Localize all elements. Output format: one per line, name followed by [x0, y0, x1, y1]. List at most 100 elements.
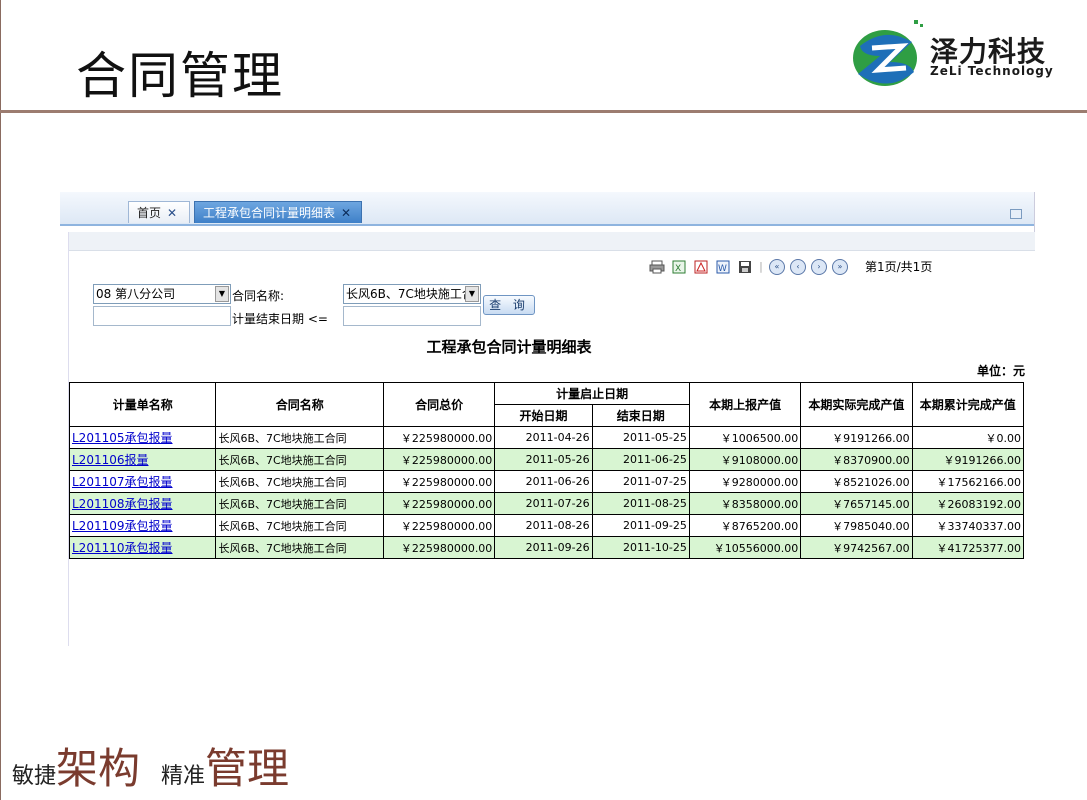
first-page-icon[interactable]: «	[769, 258, 785, 275]
measurement-link[interactable]: L201108承包报量	[72, 497, 173, 511]
prev-page-icon[interactable]: ‹	[790, 258, 806, 275]
contract-cell: 长风6B、7C地块施工合同	[215, 536, 384, 559]
slogan: 敏捷架构 精准管理	[12, 735, 289, 796]
svg-text:W: W	[718, 264, 727, 274]
measurement-name-cell: L201109承包报量	[68, 514, 217, 537]
total-cell: ￥225980000.00	[382, 448, 496, 471]
close-icon[interactable]: ✕	[341, 206, 351, 220]
toolbar-separator: |	[759, 259, 763, 273]
actual-cell: ￥8521026.00	[800, 470, 913, 493]
col-header-end: 结束日期	[591, 404, 690, 427]
brand-divider	[0, 110, 1087, 113]
measurement-name-cell: L201105承包报量	[68, 426, 217, 449]
chevron-down-icon[interactable]: ▼	[465, 286, 479, 302]
close-icon[interactable]: ✕	[167, 206, 177, 220]
slogan-big-2: 管理	[205, 744, 290, 793]
report-panel: X W | « ‹ › » 第1页/共1页 08 第八分公司 ▼ 合同名称: 计量结束日…	[68, 232, 1035, 646]
svg-text:X: X	[675, 264, 681, 274]
end-date-label: 计量结束日期 <=	[232, 312, 328, 326]
tab-home[interactable]: 首页 ✕	[128, 201, 190, 223]
page-info: 第1页/共1页	[865, 260, 933, 274]
query-button[interactable]: 查 询	[483, 295, 535, 315]
tab-contract-report-label: 工程承包合同计量明细表	[203, 206, 336, 220]
table-row: L201107承包报量 长风6B、7C地块施工合同 ￥225980000.00 …	[68, 470, 1025, 493]
col-header-period: 计量启止日期	[494, 382, 690, 405]
last-page-icon[interactable]: »	[832, 258, 848, 275]
reported-cell: ￥9280000.00	[688, 470, 802, 493]
cumulative-cell: ￥41725377.00	[911, 536, 1025, 559]
reported-cell: ￥8765200.00	[688, 514, 802, 537]
contract-cell: 长风6B、7C地块施工合同	[215, 492, 384, 515]
slogan-big-1: 架构	[56, 744, 141, 793]
cumulative-cell: ￥26083192.00	[911, 492, 1025, 515]
company-select-value: 08 第八分公司	[96, 287, 176, 301]
measurement-link[interactable]: L201107承包报量	[72, 475, 173, 489]
table-row: L201105承包报量 长风6B、7C地块施工合同 ￥225980000.00 …	[68, 426, 1025, 449]
end-date-cell: 2011-09-25	[591, 514, 690, 537]
contract-cell: 长风6B、7C地块施工合同	[215, 470, 384, 493]
company-select[interactable]: 08 第八分公司 ▼	[93, 284, 231, 304]
next-page-icon[interactable]: ›	[811, 258, 827, 275]
slide-title: 合同管理	[76, 47, 284, 105]
col-header-contract: 合同名称	[215, 382, 384, 427]
slide-left-border	[0, 0, 1, 800]
total-cell: ￥225980000.00	[382, 492, 496, 515]
contract-select-value: 长风6B、7C地块施工合	[346, 287, 474, 301]
total-cell: ￥225980000.00	[382, 514, 496, 537]
panel-header	[69, 232, 1035, 251]
chevron-down-icon[interactable]: ▼	[215, 286, 229, 302]
reported-cell: ￥9108000.00	[688, 448, 802, 471]
unit-label: 单位：元	[976, 364, 1025, 378]
tab-bar: 首页 ✕ 工程承包合同计量明细表 ✕	[60, 192, 1034, 226]
col-header-cumulative: 本期累计完成产值	[911, 382, 1025, 427]
start-date-cell: 2011-05-26	[494, 448, 593, 471]
table-row: L201106报量 长风6B、7C地块施工合同 ￥225980000.00 20…	[68, 448, 1025, 471]
measurement-link[interactable]: L201110承包报量	[72, 541, 173, 555]
table-row: L201110承包报量 长风6B、7C地块施工合同 ￥225980000.00 …	[68, 536, 1025, 559]
total-cell: ￥225980000.00	[382, 426, 496, 449]
measurement-link[interactable]: L201105承包报量	[72, 431, 173, 445]
slogan-small-1: 敏捷	[12, 764, 57, 789]
end-date-cell: 2011-07-25	[591, 470, 690, 493]
measurement-link[interactable]: L201109承包报量	[72, 519, 173, 533]
col-header-total: 合同总价	[382, 382, 496, 427]
restore-icon[interactable]	[1010, 209, 1022, 219]
col-header-reported: 本期上报产值	[688, 382, 802, 427]
company-extra-input[interactable]	[93, 306, 231, 326]
save-icon[interactable]	[737, 260, 753, 274]
measurement-name-cell: L201106报量	[68, 448, 217, 471]
actual-cell: ￥7657145.00	[800, 492, 913, 515]
pdf-export-icon[interactable]	[693, 260, 709, 274]
total-cell: ￥225980000.00	[382, 470, 496, 493]
start-date-cell: 2011-09-26	[494, 536, 593, 559]
end-date-cell: 2011-10-25	[591, 536, 690, 559]
end-date-cell: 2011-06-25	[591, 448, 690, 471]
reported-cell: ￥8358000.00	[688, 492, 802, 515]
word-export-icon[interactable]: W	[715, 260, 731, 274]
start-date-cell: 2011-08-26	[494, 514, 593, 537]
start-date-cell: 2011-07-26	[494, 492, 593, 515]
contract-name-label: 合同名称:	[232, 289, 285, 303]
reported-cell: ￥10556000.00	[688, 536, 802, 559]
reported-cell: ￥1006500.00	[688, 426, 802, 449]
report-title: 工程承包合同计量明细表	[426, 338, 592, 356]
print-icon[interactable]	[649, 260, 665, 274]
excel-export-icon[interactable]: X	[671, 260, 687, 274]
actual-cell: ￥7985040.00	[800, 514, 913, 537]
report-toolbar: X W | « ‹ › »	[649, 256, 853, 275]
contract-select[interactable]: 长风6B、7C地块施工合 ▼	[343, 284, 481, 304]
cumulative-cell: ￥0.00	[911, 426, 1025, 449]
start-date-cell: 2011-04-26	[494, 426, 593, 449]
app-window: 首页 ✕ 工程承包合同计量明细表 ✕ X W | « ‹ › » 第1页/共1页 0…	[60, 192, 1035, 646]
end-date-cell: 2011-08-25	[591, 492, 690, 515]
cumulative-cell: ￥33740337.00	[911, 514, 1025, 537]
end-date-cell: 2011-05-25	[591, 426, 690, 449]
actual-cell: ￥9742567.00	[800, 536, 913, 559]
measurement-link[interactable]: L201106报量	[72, 453, 149, 467]
table-row: L201109承包报量 长风6B、7C地块施工合同 ￥225980000.00 …	[68, 514, 1025, 537]
tab-contract-report[interactable]: 工程承包合同计量明细表 ✕	[194, 201, 362, 223]
contract-cell: 长风6B、7C地块施工合同	[215, 514, 384, 537]
actual-cell: ￥8370900.00	[800, 448, 913, 471]
slogan-small-2: 精准	[161, 764, 206, 789]
end-date-input[interactable]	[343, 306, 481, 326]
